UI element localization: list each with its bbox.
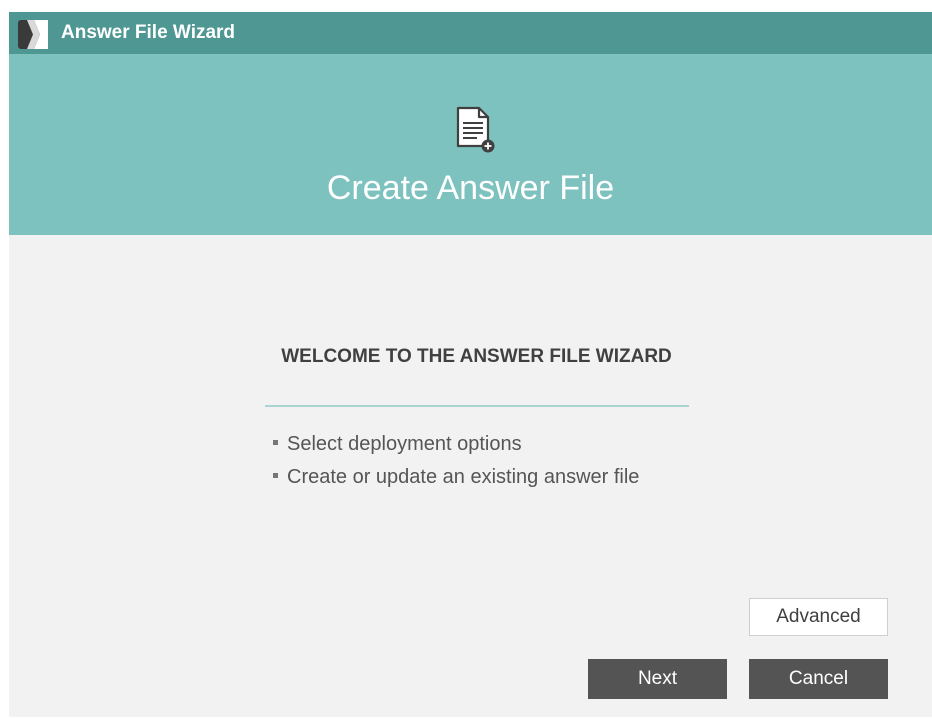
list-item-text: Select deployment options xyxy=(287,433,522,455)
next-button[interactable]: Next xyxy=(588,659,727,699)
header-banner: Create Answer File xyxy=(9,54,932,235)
bullet-icon xyxy=(273,473,278,479)
window-title: Answer File Wizard xyxy=(61,22,236,43)
list-item: Create or update an existing answer file xyxy=(273,461,639,494)
bullet-icon xyxy=(273,440,278,446)
app-logo-icon xyxy=(18,20,48,49)
wizard-window: Answer File Wizard Create Answer File WE… xyxy=(9,12,932,717)
list-item: Select deployment options xyxy=(273,428,639,461)
document-add-icon xyxy=(456,106,495,153)
list-item-text: Create or update an existing answer file xyxy=(287,466,640,488)
welcome-heading: WELCOME TO THE ANSWER FILE WIZARD xyxy=(281,346,672,367)
feature-list: Select deployment options Create or upda… xyxy=(273,428,639,494)
page-title: Create Answer File xyxy=(326,169,615,207)
divider xyxy=(265,405,689,407)
cancel-button[interactable]: Cancel xyxy=(749,659,888,699)
advanced-button[interactable]: Advanced xyxy=(749,598,888,636)
title-bar: Answer File Wizard xyxy=(9,12,932,54)
